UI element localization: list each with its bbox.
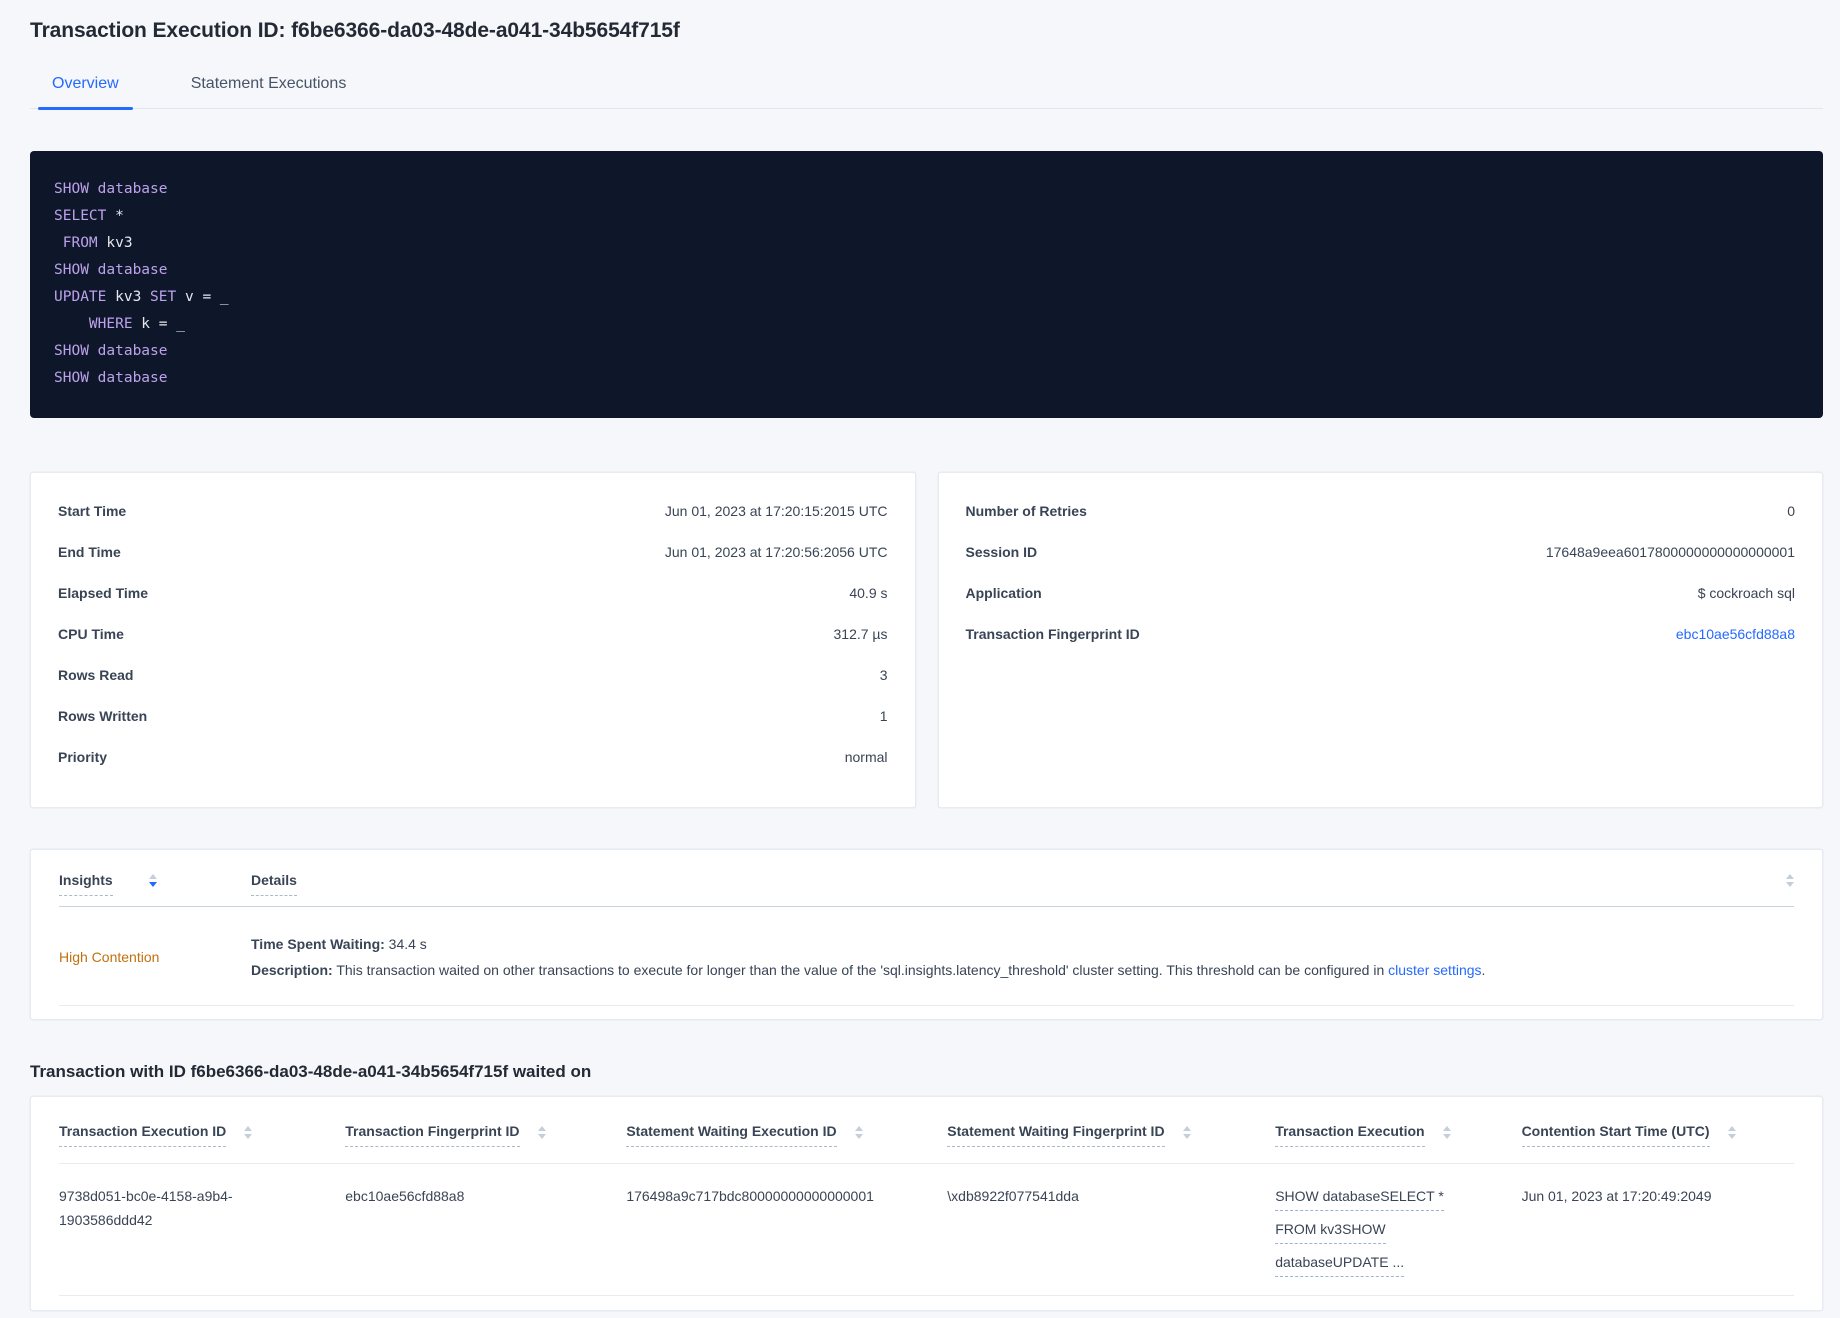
summary-card-right: Number of Retries 0 Session ID 17648a9ee…	[937, 472, 1823, 808]
summary-row-session-id: Session ID 17648a9eea6017800000000000000…	[966, 544, 1796, 585]
transaction-details-page: Transaction Execution ID: f6be6366-da03-…	[0, 0, 1840, 1311]
waiting-label: Time Spent Waiting:	[251, 936, 385, 952]
cell-contention-start-time: Jun 01, 2023 at 17:20:49:2049	[1521, 1188, 1712, 1204]
cpu-time-label: CPU Time	[58, 626, 124, 642]
high-contention-badge: High Contention	[59, 949, 160, 965]
insights-column-header[interactable]: Insights	[59, 872, 113, 896]
waited-table-header: Transaction Execution ID Transaction Fin…	[59, 1097, 1794, 1164]
sort-icon[interactable]	[1182, 1126, 1191, 1139]
column-header-contention-start-time[interactable]: Contention Start Time (UTC)	[1521, 1123, 1794, 1147]
cell-txn-execution-link[interactable]: SHOW databaseSELECT * FROM kv3SHOW datab…	[1275, 1184, 1521, 1283]
sql-code: SHOW database SELECT * FROM kv3 SHOW datab…	[54, 181, 229, 386]
column-header-txn-execution-id[interactable]: Transaction Execution ID	[59, 1123, 345, 1147]
page-title: Transaction Execution ID: f6be6366-da03-…	[30, 19, 680, 42]
rows-written-value: 1	[879, 708, 888, 724]
start-time-value: Jun 01, 2023 at 17:20:15:2015 UTC	[664, 503, 888, 519]
summary-row-cpu-time: CPU Time 312.7 µs	[58, 626, 888, 667]
elapsed-time-value: 40.9 s	[849, 585, 888, 601]
description-text: This transaction waited on other transac…	[332, 962, 1389, 978]
time-spent-waiting: Time Spent Waiting: 34.4 s	[251, 931, 1794, 957]
insight-description: Description: This transaction waited on …	[251, 957, 1794, 983]
priority-value: normal	[844, 749, 888, 765]
priority-label: Priority	[58, 749, 108, 765]
column-header-txn-execution[interactable]: Transaction Execution	[1275, 1123, 1521, 1147]
summary-row-txn-fingerprint: Transaction Fingerprint ID ebc10ae56cfd8…	[966, 626, 1796, 667]
session-id-label: Session ID	[965, 544, 1038, 560]
summary-row-elapsed-time: Elapsed Time 40.9 s	[58, 585, 888, 626]
retries-label: Number of Retries	[965, 503, 1087, 519]
waiting-value: 34.4 s	[384, 936, 427, 952]
end-time-label: End Time	[58, 544, 121, 560]
summary-row-rows-written: Rows Written 1	[58, 708, 888, 749]
summary-row-retries: Number of Retries 0	[966, 503, 1796, 544]
rows-read-label: Rows Read	[58, 667, 134, 683]
txn-fingerprint-label: Transaction Fingerprint ID	[965, 626, 1140, 642]
waited-on-table: Transaction Execution ID Transaction Fin…	[30, 1096, 1823, 1311]
sort-icon[interactable]	[1442, 1126, 1451, 1139]
tab-overview-label: Overview	[52, 75, 119, 92]
sort-icon[interactable]	[537, 1126, 546, 1139]
column-header-stmt-waiting-fingerprint-id[interactable]: Statement Waiting Fingerprint ID	[947, 1123, 1275, 1147]
start-time-label: Start Time	[58, 503, 127, 519]
tab-statement-executions-label: Statement Executions	[190, 75, 347, 92]
application-label: Application	[965, 585, 1042, 601]
application-value: $ cockroach sql	[1697, 585, 1795, 601]
column-header-stmt-waiting-execution-id[interactable]: Statement Waiting Execution ID	[626, 1123, 947, 1147]
rows-written-label: Rows Written	[58, 708, 148, 724]
rows-read-value: 3	[879, 667, 888, 683]
description-label: Description:	[251, 962, 333, 978]
insight-details: Time Spent Waiting: 34.4 s Description: …	[251, 931, 1794, 983]
insight-row: High Contention Time Spent Waiting: 34.4…	[59, 907, 1794, 1006]
cpu-time-value: 312.7 µs	[833, 626, 888, 642]
summary-card-left: Start Time Jun 01, 2023 at 17:20:15:2015…	[30, 472, 916, 808]
cell-stmt-waiting-fingerprint-id: \xdb8922f077541dda	[947, 1188, 1079, 1204]
description-suffix: .	[1481, 962, 1486, 978]
cluster-settings-link[interactable]: cluster settings	[1388, 962, 1481, 978]
tab-overview[interactable]: Overview	[38, 74, 133, 110]
cell-txn-fingerprint-id: ebc10ae56cfd88a8	[345, 1188, 465, 1204]
summary-row-application: Application $ cockroach sql	[966, 585, 1796, 626]
cell-txn-execution-id: 9738d051-bc0e-4158-a9b4-1903586ddd42	[59, 1188, 233, 1228]
retries-value: 0	[1787, 503, 1795, 519]
summary-row-start-time: Start Time Jun 01, 2023 at 17:20:15:2015…	[58, 503, 888, 544]
insights-table-header: Insights Details	[59, 850, 1794, 907]
sort-icon[interactable]	[244, 1126, 253, 1139]
sort-icon[interactable]	[854, 1126, 863, 1139]
sort-icon[interactable]	[148, 874, 157, 887]
sort-icon[interactable]	[1786, 874, 1794, 887]
tab-statement-executions[interactable]: Statement Executions	[177, 74, 361, 108]
column-header-txn-fingerprint-id[interactable]: Transaction Fingerprint ID	[345, 1123, 626, 1147]
tab-bar: Overview Statement Executions	[30, 74, 1823, 110]
summary-row-rows-read: Rows Read 3	[58, 667, 888, 708]
sql-code-block: SHOW database SELECT * FROM kv3 SHOW datab…	[30, 151, 1823, 418]
details-column-header[interactable]: Details	[251, 872, 297, 896]
end-time-value: Jun 01, 2023 at 17:20:56:2056 UTC	[664, 544, 888, 560]
cell-stmt-waiting-execution-id: 176498a9c717bdc80000000000000001	[626, 1188, 874, 1204]
insights-table: Insights Details High Contention Time Sp…	[30, 849, 1823, 1020]
table-row: 9738d051-bc0e-4158-a9b4-1903586ddd42 ebc…	[59, 1164, 1794, 1296]
summary-row-end-time: End Time Jun 01, 2023 at 17:20:56:2056 U…	[58, 544, 888, 585]
elapsed-time-label: Elapsed Time	[58, 585, 149, 601]
sort-icon[interactable]	[1727, 1126, 1736, 1139]
txn-fingerprint-link[interactable]: ebc10ae56cfd88a8	[1676, 626, 1795, 642]
summary-cards: Start Time Jun 01, 2023 at 17:20:15:2015…	[30, 472, 1823, 808]
waited-on-heading: Transaction with ID f6be6366-da03-48de-a…	[30, 1062, 592, 1081]
summary-row-priority: Priority normal	[58, 749, 888, 790]
session-id-value: 17648a9eea6017800000000000000001	[1545, 544, 1795, 560]
